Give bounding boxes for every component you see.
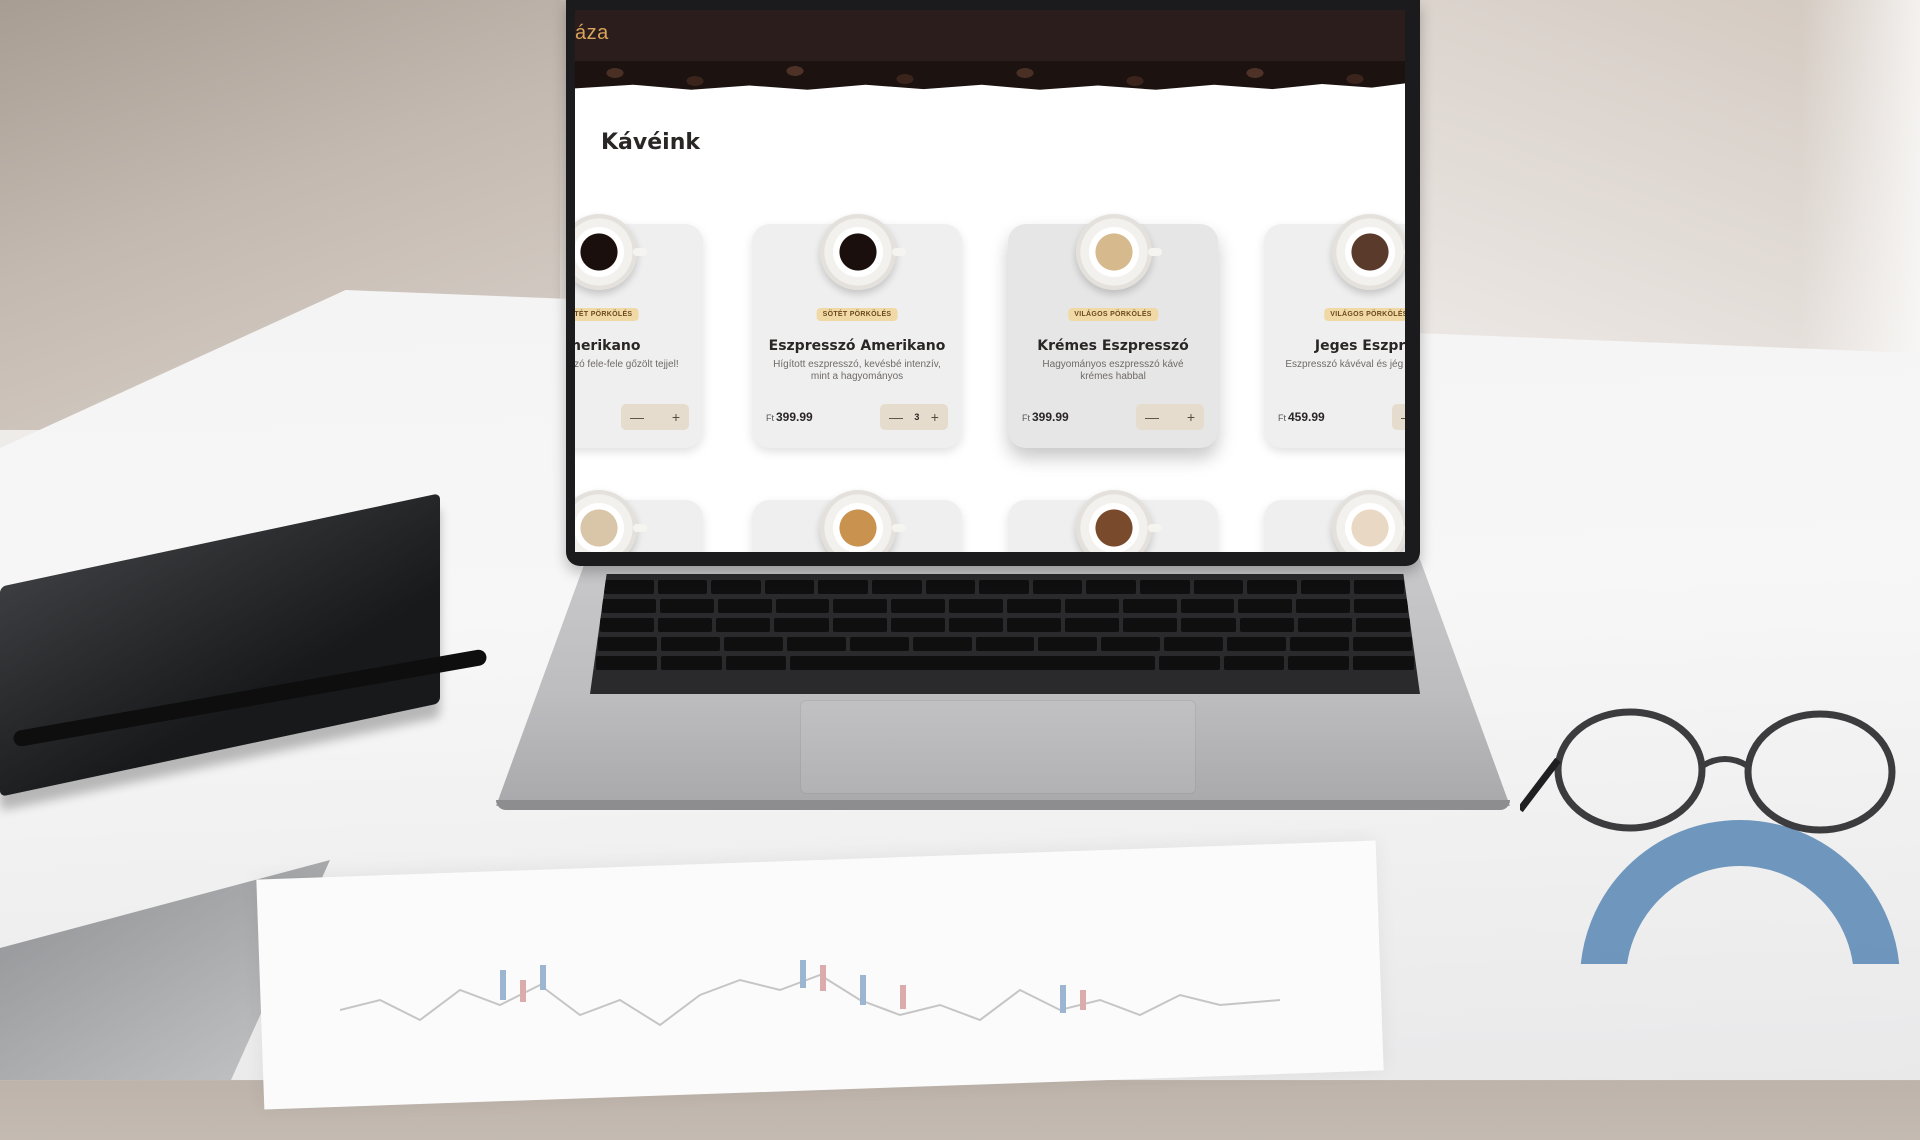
product-card[interactable]: VILÁGOS PÖRKÖLÉS Jeges Eszpres Eszpressz… xyxy=(1264,214,1405,448)
roast-badge: VILÁGOS PÖRKÖLÉS xyxy=(1068,308,1158,321)
price-value: 399.99 xyxy=(1032,410,1069,424)
product-card-next-row[interactable] xyxy=(752,490,962,552)
keyboard-row xyxy=(604,580,1404,594)
product-card[interactable]: VILÁGOS PÖRKÖLÉS Krémes Eszpresszó Hagyo… xyxy=(1008,214,1218,448)
laptop-trackpad xyxy=(800,700,1196,794)
decrease-button[interactable]: — xyxy=(889,409,903,425)
product-description: ros eszpresszó fele-fele gőzölt tejjel! xyxy=(575,359,679,370)
keyboard-row xyxy=(596,656,1414,670)
keyboard-row xyxy=(600,618,1410,632)
product-price: Ft 459.99 xyxy=(1278,410,1325,424)
product-description: Eszpresszó kávéval és jég készült ital xyxy=(1285,359,1405,370)
increase-button[interactable]: + xyxy=(672,409,680,425)
coffee-cup-icon xyxy=(1076,490,1162,552)
product-title: Amerikano xyxy=(575,338,641,354)
quantity-stepper: — 3 + xyxy=(880,404,948,430)
increase-button[interactable]: + xyxy=(931,409,939,425)
quantity-stepper: — + xyxy=(1392,404,1405,430)
quantity-value: 3 xyxy=(914,412,920,422)
quantity-stepper: — + xyxy=(1136,404,1204,430)
site-navbar: áza xyxy=(575,10,1405,61)
decrease-button[interactable]: — xyxy=(630,409,644,425)
roast-badge: VILÁGOS PÖRKÖLÉS xyxy=(1324,308,1405,321)
laptop-screen: áza Kávéink SÖTÉT PÖRKÖLÉS Amerikano ros… xyxy=(575,10,1405,552)
coffee-bean-banner xyxy=(575,61,1405,90)
price-value: 459.99 xyxy=(1288,410,1325,424)
keyboard-row xyxy=(598,637,1412,651)
site-title[interactable]: áza xyxy=(575,22,609,45)
increase-button[interactable]: + xyxy=(1187,409,1195,425)
eyeglasses xyxy=(1520,708,1896,834)
keyboard-row xyxy=(602,599,1409,613)
product-title: Eszpresszó Amerikano xyxy=(768,338,946,354)
quantity-stepper: — + xyxy=(621,404,689,430)
decrease-button[interactable]: — xyxy=(1401,409,1405,425)
product-title: Jeges Eszpres xyxy=(1314,338,1405,354)
product-card-next-row[interactable] xyxy=(575,490,703,552)
coffee-cup-icon xyxy=(1332,490,1405,552)
decrease-button[interactable]: — xyxy=(1145,409,1159,425)
coffee-cup-icon xyxy=(820,490,906,552)
product-card[interactable]: SÖTÉT PÖRKÖLÉS Eszpresszó Amerikano Hígí… xyxy=(752,214,962,448)
product-description: Hígított eszpresszó, kevésbé intenzív, m… xyxy=(773,359,941,382)
paper-candlestick-chart xyxy=(340,960,1280,1027)
currency-label: Ft xyxy=(766,413,774,423)
coffee-cup-icon xyxy=(575,214,647,290)
coffee-cup-icon xyxy=(1076,214,1162,290)
laptop-keyboard xyxy=(590,574,1420,694)
laptop-front-edge xyxy=(496,800,1510,810)
product-price: Ft 399.99 xyxy=(1022,410,1069,424)
product-price: Ft 399.99 xyxy=(766,410,813,424)
window-light xyxy=(1800,0,1920,380)
roast-badge: SÖTÉT PÖRKÖLÉS xyxy=(575,308,639,321)
coffee-cup-icon xyxy=(575,490,647,552)
section-title: Kávéink xyxy=(601,130,700,155)
product-description: Hagyományos eszpresszó kávé krémes habba… xyxy=(1042,359,1184,382)
coffee-cup-icon xyxy=(1332,214,1405,290)
currency-label: Ft xyxy=(1022,413,1030,423)
price-value: 399.99 xyxy=(776,410,813,424)
coffee-cup-icon xyxy=(820,214,906,290)
roast-badge: SÖTÉT PÖRKÖLÉS xyxy=(816,308,898,321)
product-card-next-row[interactable] xyxy=(1264,490,1405,552)
product-card[interactable]: SÖTÉT PÖRKÖLÉS Amerikano ros eszpresszó … xyxy=(575,214,703,448)
product-card-next-row[interactable] xyxy=(1008,490,1218,552)
product-title: Krémes Eszpresszó xyxy=(1037,338,1189,354)
currency-label: Ft xyxy=(1278,413,1286,423)
